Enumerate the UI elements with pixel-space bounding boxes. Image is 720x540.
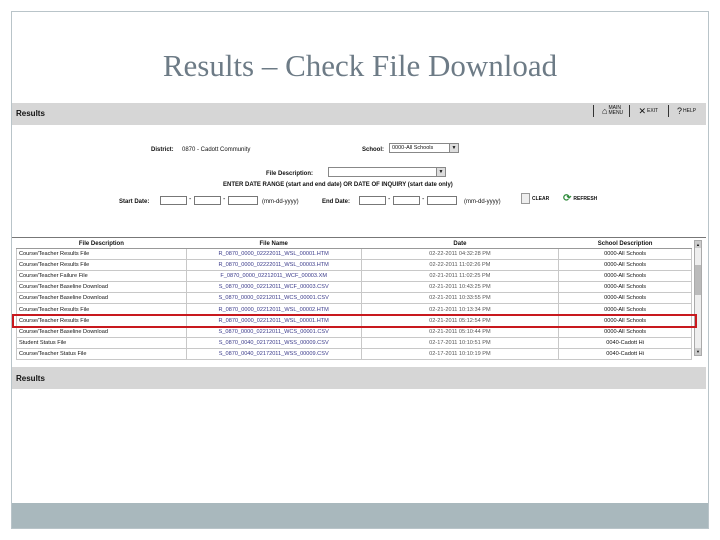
help-icon: ? — [676, 106, 682, 116]
exit-label: EXIT — [646, 107, 659, 114]
cell-school: 0040-Cadott Hi — [558, 336, 692, 349]
file-description-select[interactable]: ▼ — [328, 167, 446, 177]
app-screenshot: Results ⌂ MAIN MENU ✕ EXIT ? HELP Distri… — [12, 103, 706, 390]
column-header: File Description — [16, 240, 187, 249]
cell-file-name-link[interactable]: S_0870_0040_02172011_WSS_00009.CSV — [185, 336, 362, 349]
column-header: School Description — [558, 240, 692, 249]
cell-date: 02-22-2011 04:32:28 PM — [360, 247, 560, 261]
dash: - — [388, 196, 391, 203]
cell-date: 02-21-2011 10:33:55 PM — [360, 292, 560, 305]
clear-label: CLEAR — [532, 195, 550, 202]
vertical-scrollbar[interactable]: ▲ ▼ — [694, 240, 702, 356]
main-menu-link[interactable]: ⌂ MAIN MENU — [602, 105, 624, 117]
cell-date: 02-21-2011 10:43:25 PM — [360, 281, 560, 294]
cell-file-description: Course/Teacher Results File — [16, 247, 187, 261]
cell-school: 0000-All Schools — [558, 281, 692, 294]
table-header-row: File Description File Name Date School D… — [16, 240, 692, 249]
cell-school: 0000-All Schools — [558, 259, 692, 272]
cell-file-name-link[interactable]: R_0870_0000_02222011_WSL_00003.HTM — [185, 259, 362, 272]
slide-bottom-strip — [12, 503, 708, 528]
file-description-label: File Description: — [266, 171, 314, 177]
slide-title: Results – Check File Download — [162, 48, 558, 83]
highlight-box — [12, 314, 697, 328]
chevron-down-icon: ▼ — [436, 168, 445, 176]
cell-school: 0040-Cadott Hi — [558, 347, 692, 360]
start-month-input[interactable] — [160, 196, 187, 205]
column-header: File Name — [186, 240, 362, 249]
district-value: 0870 - Cadott Community — [182, 147, 251, 153]
school-label: School: — [362, 147, 384, 153]
refresh-label: REFRESH — [573, 195, 598, 202]
start-day-input[interactable] — [194, 196, 221, 205]
school-select[interactable]: 0000-All Schools ▼ — [389, 143, 459, 153]
cell-file-description: Course/Teacher Baseline Download — [16, 292, 187, 305]
cell-school: 0000-All Schools — [558, 270, 692, 283]
exit-icon: ✕ — [638, 106, 646, 116]
start-date-hint: (mm-dd-yyyy) — [262, 199, 299, 205]
table-row[interactable]: Course/Teacher Status File S_0870_0040_02… — [16, 347, 692, 360]
cell-file-name-link[interactable]: F_0870_0000_02212011_WCF_00003.XM — [185, 270, 362, 283]
help-label: HELP — [683, 107, 697, 114]
cell-file-name-link[interactable]: R_0870_0000_02222011_WSL_00001.HTM — [185, 247, 362, 261]
header-bar: Results ⌂ MAIN MENU ✕ EXIT ? HELP — [12, 103, 706, 125]
cell-file-name-link[interactable]: S_0870_0000_02212011_WCS_00001.CSV — [185, 292, 362, 305]
school-select-value: 0000-All Schools — [392, 145, 434, 151]
cell-file-name-link[interactable]: S_0870_0000_02212011_WCF_00003.CSV — [185, 281, 362, 294]
cell-file-description: Course/Teacher Status File — [16, 347, 187, 360]
separator — [593, 105, 594, 117]
scroll-down-icon[interactable]: ▼ — [695, 348, 701, 355]
dash: - — [189, 196, 192, 203]
table-row[interactable]: Course/Teacher Baseline Download S_0870_0… — [16, 281, 692, 294]
table-row[interactable]: Course/Teacher Results File R_0870_0000_0… — [16, 247, 692, 261]
dash: - — [223, 196, 226, 203]
end-date-hint: (mm-dd-yyyy) — [464, 199, 501, 205]
cell-file-description: Course/Teacher Baseline Download — [16, 281, 187, 294]
scroll-thumb[interactable] — [695, 265, 701, 295]
refresh-icon: ⟳ — [563, 193, 572, 204]
end-date-label: End Date: — [322, 199, 351, 205]
cell-file-description: Course/Teacher Results File — [16, 259, 187, 272]
refresh-button[interactable]: ⟳ REFRESH — [563, 193, 597, 204]
document-icon — [521, 193, 530, 204]
end-year-input[interactable] — [427, 196, 457, 205]
start-date-label: Start Date: — [119, 199, 150, 205]
table-row[interactable]: Student Status File S_0870_0040_02172011_… — [16, 336, 692, 349]
end-day-input[interactable] — [393, 196, 420, 205]
main-menu-label: MAIN MENU — [608, 105, 624, 116]
table-row[interactable]: Course/Teacher Results File R_0870_0000_0… — [16, 259, 692, 272]
cell-file-name-link[interactable]: S_0870_0040_02172011_WSS_00009.CSV — [185, 347, 362, 360]
home-icon: ⌂ — [602, 106, 608, 116]
filter-form: District: 0870 - Cadott Community School… — [12, 125, 706, 236]
clear-button[interactable]: CLEAR — [521, 193, 549, 204]
table-row[interactable]: Course/Teacher Baseline Download S_0870_0… — [16, 292, 692, 305]
exit-link[interactable]: ✕ EXIT — [638, 106, 662, 116]
results-grid: File Description File Name Date School D… — [12, 237, 706, 360]
cell-date: 02-17-2011 10:10:19 PM — [360, 347, 560, 360]
district-label: District: — [151, 147, 174, 153]
table-row[interactable]: Course/Teacher Failure File F_0870_0000_0… — [16, 270, 692, 283]
help-link[interactable]: ? HELP — [677, 106, 698, 116]
cell-file-description: Course/Teacher Failure File — [16, 270, 187, 283]
cell-date: 02-17-2011 10:10:51 PM — [360, 336, 560, 349]
results-table: File Description File Name Date School D… — [16, 240, 692, 360]
cell-date: 02-21-2011 11:02:25 PM — [360, 270, 560, 283]
end-month-input[interactable] — [359, 196, 386, 205]
dash: - — [422, 196, 425, 203]
cell-school: 0000-All Schools — [558, 247, 692, 261]
start-year-input[interactable] — [228, 196, 258, 205]
footer-title: Results — [16, 374, 45, 383]
top-links: ⌂ MAIN MENU ✕ EXIT ? HELP — [593, 105, 698, 117]
cell-date: 02-22-2011 11:02:26 PM — [360, 259, 560, 272]
separator — [629, 105, 631, 117]
cell-school: 0000-All Schools — [558, 292, 692, 305]
separator — [667, 105, 669, 117]
column-header: Date — [361, 240, 559, 249]
scroll-up-icon[interactable]: ▲ — [695, 241, 701, 248]
date-range-note: ENTER DATE RANGE (start and end date) OR… — [223, 182, 453, 188]
chevron-down-icon: ▼ — [449, 144, 458, 152]
cell-file-description: Student Status File — [16, 336, 187, 349]
header-title: Results — [16, 109, 45, 118]
footer-bar: Results — [12, 367, 706, 389]
